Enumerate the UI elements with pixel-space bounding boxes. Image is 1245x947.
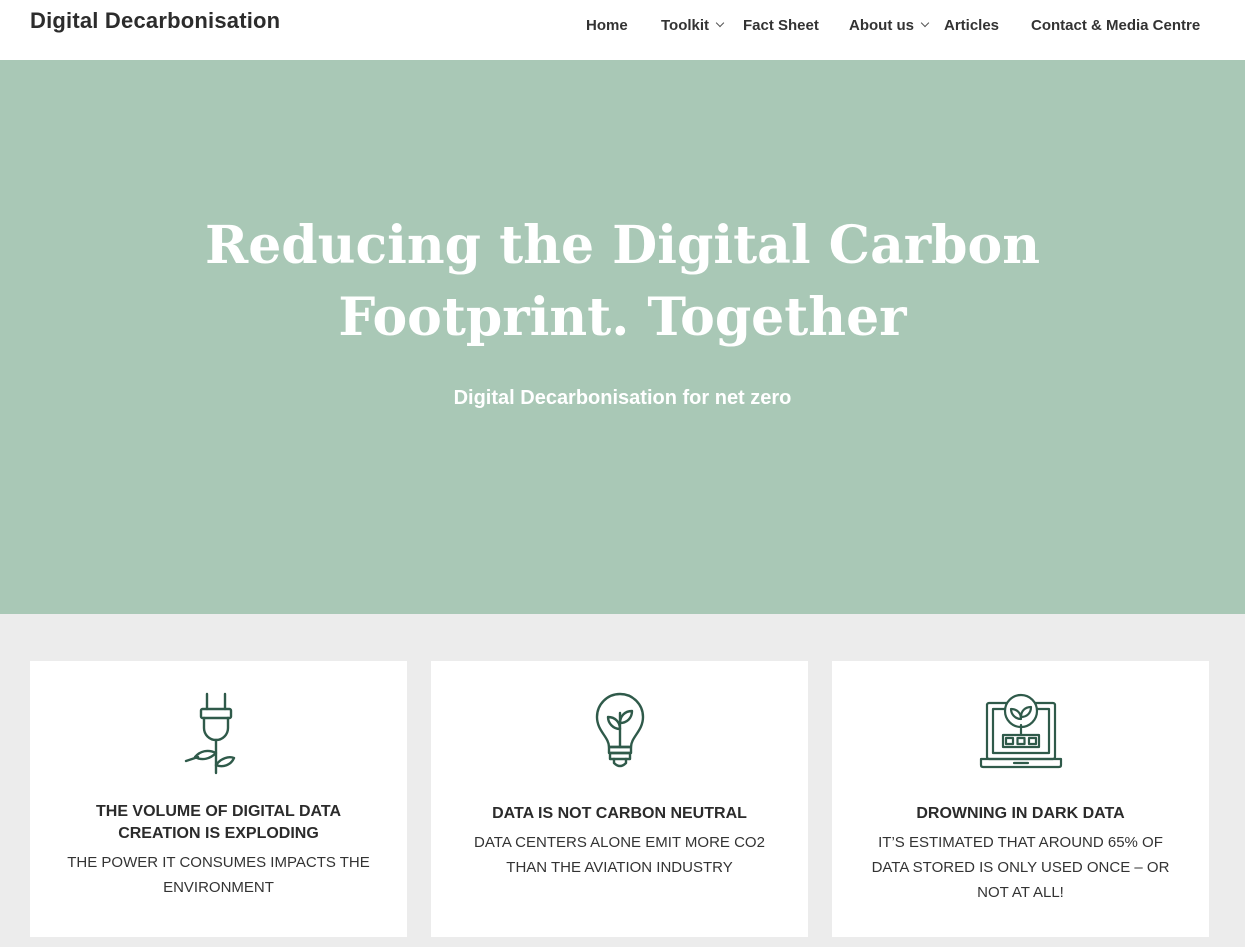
card-text-line: IT’S ESTIMATED THAT AROUND 65% OF [878, 834, 1163, 851]
nav-item-label: About us [849, 17, 914, 34]
hero-title-line: Footprint. Together [338, 287, 907, 348]
hero-title: Reducing the Digital Carbon Footprint. T… [0, 210, 1245, 354]
site-header: Digital Decarbonisation Home Toolkit Fac… [0, 0, 1245, 60]
hero-subtitle: Digital Decarbonisation for net zero [453, 387, 792, 409]
nav-item-fact-sheet[interactable]: Fact Sheet [743, 17, 819, 34]
card-text-line: ENVIRONMENT [163, 879, 274, 896]
card-title-line: DATA IS NOT CARBON NEUTRAL [492, 805, 747, 822]
chevron-down-icon [920, 18, 930, 28]
nav-item-home[interactable]: Home [586, 17, 628, 34]
card-text-line: NOT AT ALL! [977, 884, 1064, 901]
nav-item-label: Home [586, 17, 628, 34]
laptop-plant-icon [832, 689, 1209, 779]
card-text: THE POWER IT CONSUMES IMPACTS THE ENVIRO… [60, 850, 377, 900]
card-title-line: THE VOLUME OF DIGITAL DATA [95, 803, 342, 820]
nav-item-articles[interactable]: Articles [944, 17, 999, 34]
card-text-line: THAN THE AVIATION INDUSTRY [506, 859, 733, 876]
plug-sprout-icon [30, 689, 407, 779]
main-nav: Home Toolkit Fact Sheet About us Article… [0, 17, 1245, 41]
card-text-line: THE POWER IT CONSUMES IMPACTS THE [67, 854, 370, 871]
feature-card-carbon-neutral: DATA IS NOT CARBON NEUTRAL DATA CENTERS … [431, 661, 808, 937]
hero-banner: Reducing the Digital Carbon Footprint. T… [0, 60, 1245, 614]
card-title-line: DROWNING IN DARK DATA [916, 805, 1125, 822]
nav-item-contact-media-centre[interactable]: Contact & Media Centre [1031, 17, 1200, 34]
card-title: DATA IS NOT CARBON NEUTRAL [451, 803, 788, 825]
nav-item-label: Articles [944, 17, 1000, 34]
nav-item-label: Contact & Media Centre [1031, 17, 1201, 34]
feature-card-data-volume: THE VOLUME OF DIGITAL DATA CREATION IS E… [30, 661, 407, 937]
card-text-line: DATA STORED IS ONLY USED ONCE – OR [871, 859, 1170, 876]
nav-item-toolkit[interactable]: Toolkit [661, 17, 725, 34]
card-title: DROWNING IN DARK DATA [852, 803, 1189, 825]
feature-card-dark-data: DROWNING IN DARK DATA IT’S ESTIMATED THA… [832, 661, 1209, 937]
card-text-line: DATA CENTERS ALONE EMIT MORE CO2 [474, 834, 765, 851]
card-text: IT’S ESTIMATED THAT AROUND 65% OF DATA S… [862, 830, 1179, 905]
chevron-down-icon [715, 18, 725, 28]
lightbulb-sprout-icon [431, 689, 808, 779]
card-title-line: CREATION IS EXPLODING [118, 825, 319, 842]
nav-item-label: Toolkit [661, 17, 710, 34]
card-text: DATA CENTERS ALONE EMIT MORE CO2 THAN TH… [461, 830, 778, 880]
nav-item-about-us[interactable]: About us [849, 17, 930, 34]
hero-title-line: Reducing the Digital Carbon [204, 215, 1041, 276]
nav-item-label: Fact Sheet [743, 17, 819, 34]
card-title: THE VOLUME OF DIGITAL DATA CREATION IS E… [50, 801, 387, 845]
